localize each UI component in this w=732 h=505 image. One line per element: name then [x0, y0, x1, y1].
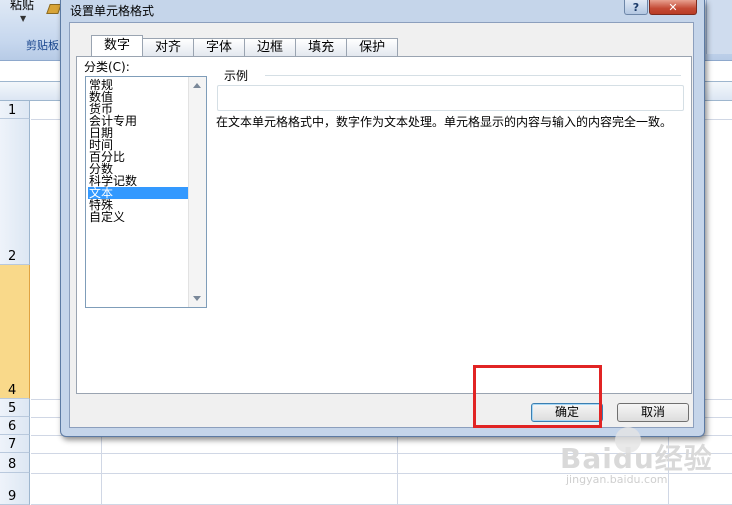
- category-scrollbar[interactable]: [188, 77, 206, 307]
- watermark-url: jingyan.baidu.com: [566, 473, 668, 486]
- row-number: 7: [8, 437, 17, 452]
- close-button[interactable]: ✕: [649, 0, 697, 15]
- row-header[interactable]: 1: [0, 101, 30, 119]
- clipboard-group-label: 剪贴板: [26, 39, 59, 52]
- baidu-watermark: Baidu经验 jingyan.baidu.com: [560, 427, 713, 486]
- row-header[interactable]: 5: [0, 399, 30, 417]
- scroll-down-icon[interactable]: [193, 296, 201, 301]
- dialog-title: 设置单元格格式: [70, 4, 155, 18]
- row-number: 2: [8, 249, 17, 264]
- row-number: 1: [8, 103, 17, 118]
- tab-protection[interactable]: 保护: [346, 38, 399, 56]
- format-description: 在文本单元格格式中，数字作为文本处理。单元格显示的内容与输入的内容完全一致。: [216, 115, 673, 129]
- row-header[interactable]: 2: [0, 119, 30, 265]
- number-tab-panel: 分类(C): 常规 数值 货币 会计专用 日期 时间 百分比 分数 科学记数 文…: [76, 56, 692, 394]
- scroll-up-icon[interactable]: [193, 83, 201, 88]
- sample-divider: [265, 75, 681, 76]
- baidu-paw-icon: [615, 427, 641, 453]
- ribbon-right-group: [706, 0, 732, 54]
- row-header[interactable]: 8: [0, 453, 30, 473]
- highlight-annotation-box: [473, 365, 602, 428]
- row-number: 4: [8, 383, 17, 398]
- cancel-button[interactable]: 取消: [617, 403, 689, 422]
- row-header[interactable]: 7: [0, 435, 30, 453]
- sample-preview-box: [217, 85, 684, 111]
- paste-button-label[interactable]: 粘贴: [10, 0, 34, 13]
- format-cells-dialog: 设置单元格格式 ? ✕ 数字 对齐 字体 边框 填充 保护 分类(C): 常规 …: [60, 0, 705, 437]
- tab-border[interactable]: 边框: [244, 38, 297, 56]
- tab-font[interactable]: 字体: [193, 38, 246, 56]
- row-header[interactable]: 9: [0, 473, 30, 505]
- row-number: 5: [8, 401, 17, 416]
- tab-strip: 数字 对齐 字体 边框 填充 保护: [91, 35, 399, 56]
- category-listbox[interactable]: 常规 数值 货币 会计专用 日期 时间 百分比 分数 科学记数 文本 特殊 自定…: [85, 76, 207, 308]
- row-number: 9: [8, 489, 17, 504]
- sample-group: 示例: [217, 67, 684, 111]
- category-label: 分类(C):: [84, 60, 130, 74]
- row-number: 6: [8, 419, 17, 434]
- row-header-selected[interactable]: 4: [0, 265, 30, 399]
- tab-fill[interactable]: 填充: [295, 38, 348, 56]
- category-item-custom[interactable]: 自定义: [88, 211, 188, 223]
- row-header[interactable]: 6: [0, 417, 30, 435]
- tab-number[interactable]: 数字: [91, 35, 144, 56]
- paste-dropdown-icon[interactable]: ▼: [20, 14, 26, 23]
- tab-alignment[interactable]: 对齐: [142, 38, 195, 56]
- help-button[interactable]: ?: [624, 0, 648, 15]
- row-number: 8: [8, 457, 17, 472]
- sample-label: 示例: [223, 67, 250, 84]
